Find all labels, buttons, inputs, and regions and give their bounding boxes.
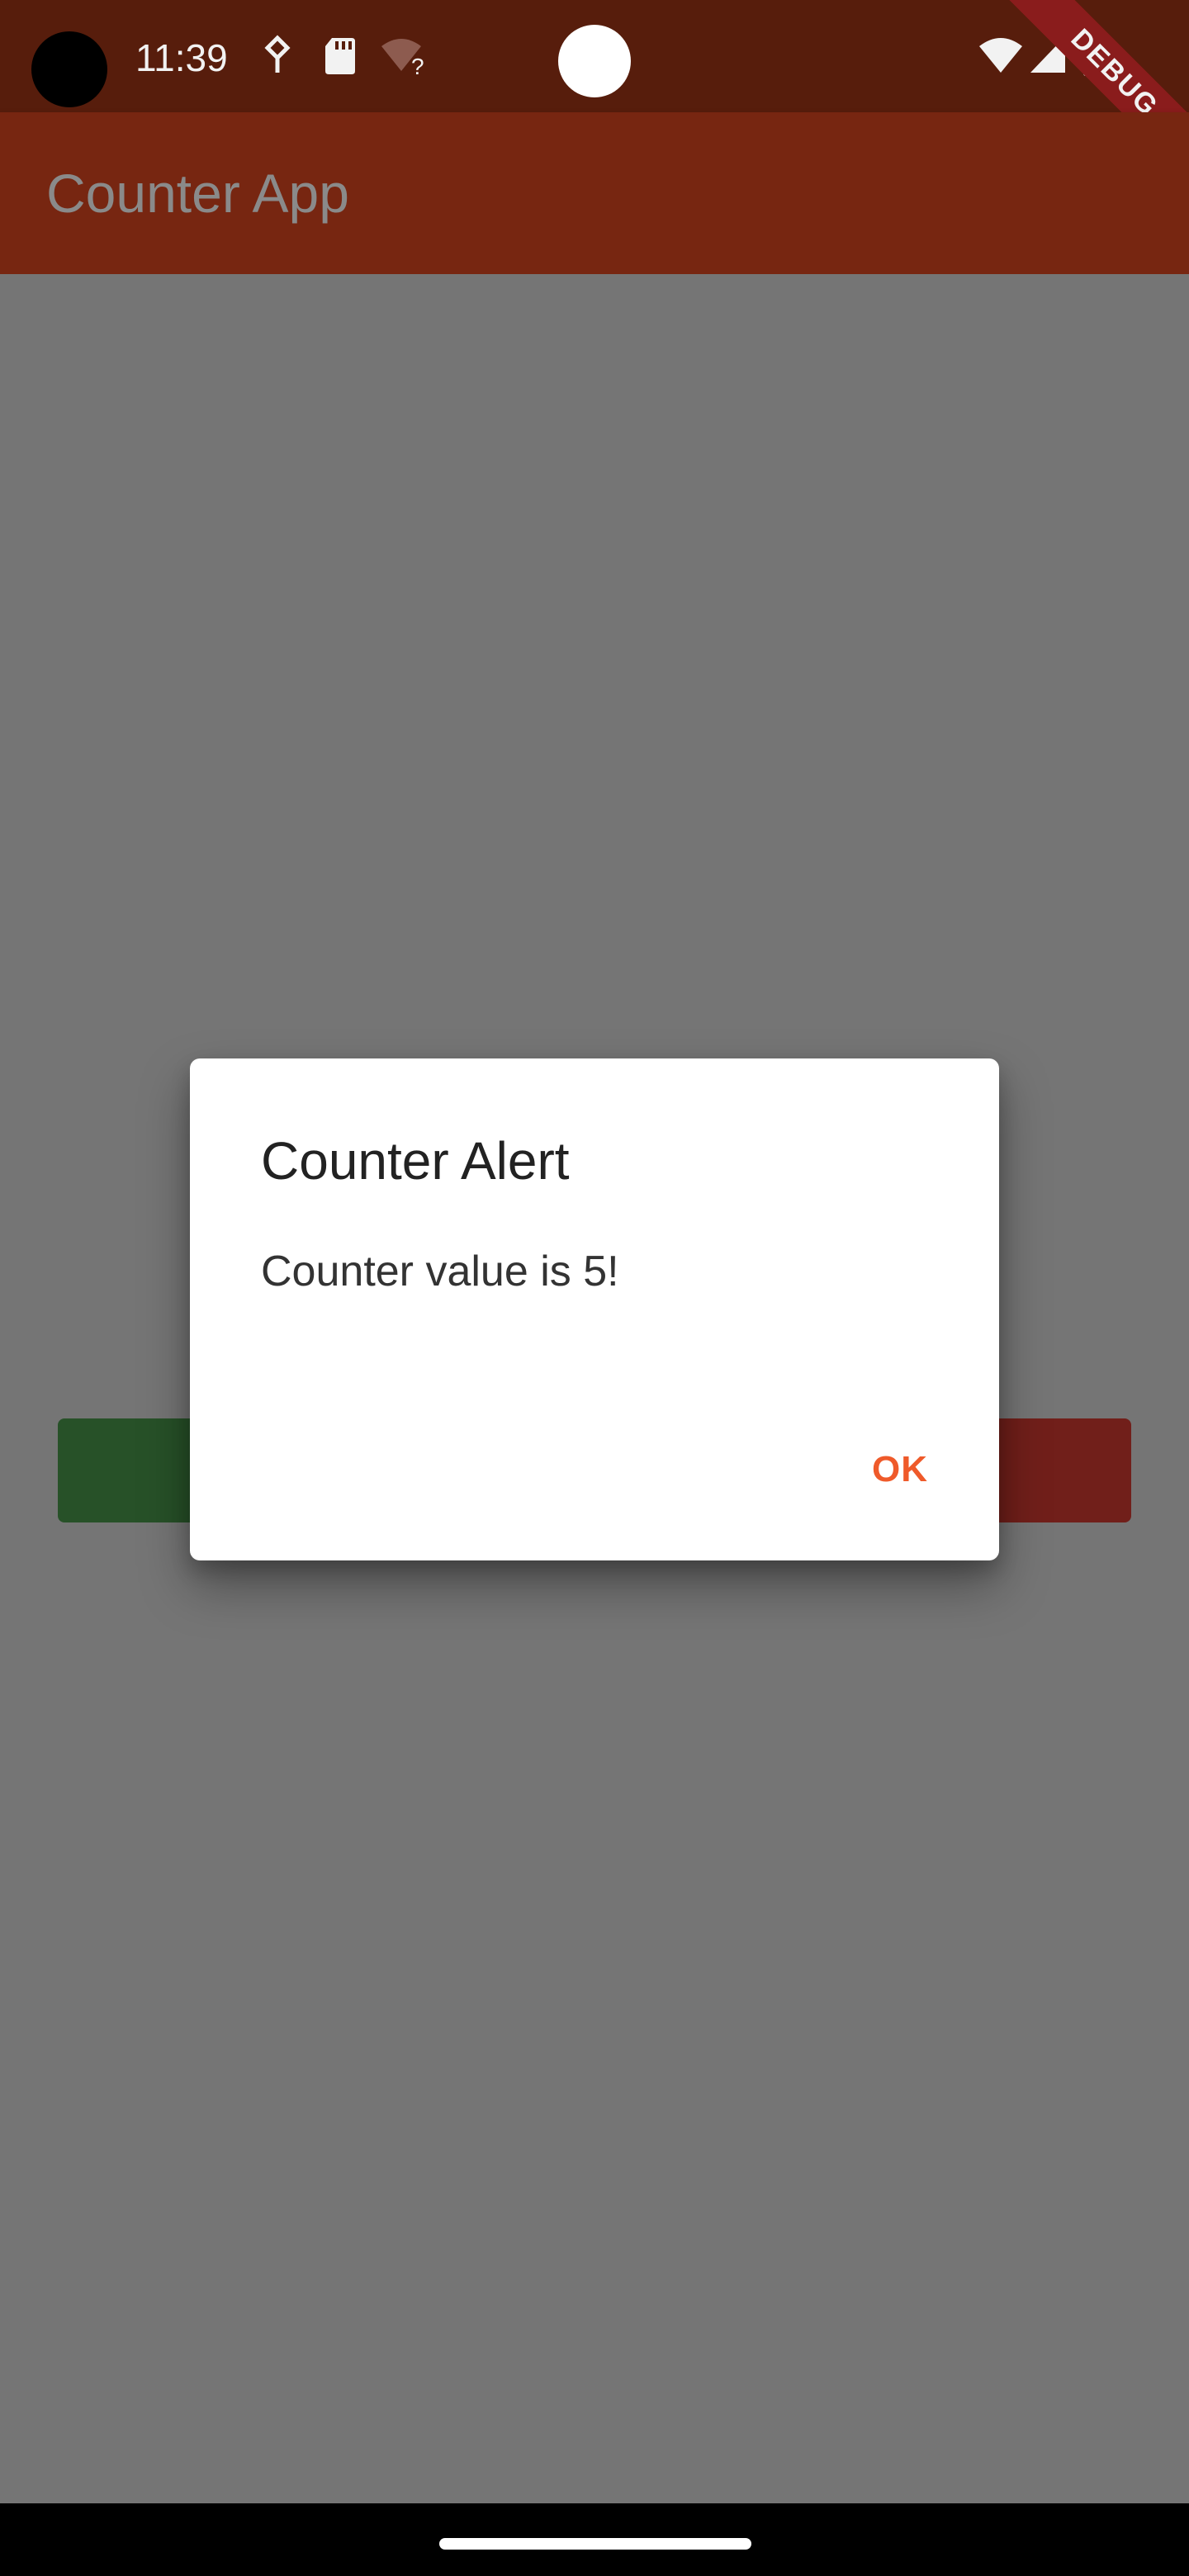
touch-and-hold-icon xyxy=(263,35,292,82)
status-bar: 11:39 ? DEBUG xyxy=(0,0,1189,212)
app-bar: Counter App xyxy=(0,112,1189,274)
app-title: Counter App xyxy=(46,163,349,224)
dialog-message: Counter value is 5! xyxy=(261,1248,619,1295)
status-center-dot xyxy=(558,25,631,97)
svg-text:?: ? xyxy=(411,54,424,78)
wifi-icon xyxy=(978,35,1024,78)
camera-cutout xyxy=(31,31,107,107)
navigation-bar xyxy=(0,2503,1189,2576)
ok-button[interactable]: OK xyxy=(872,1443,928,1496)
wifi-question-icon: ? xyxy=(380,35,429,82)
alert-dialog: Counter Alert Counter value is 5! OK xyxy=(190,1058,999,1560)
status-time: 11:39 xyxy=(135,36,228,79)
dialog-title: Counter Alert xyxy=(261,1131,570,1191)
sd-card-icon xyxy=(324,35,357,82)
home-gesture-handle[interactable] xyxy=(439,2538,751,2550)
